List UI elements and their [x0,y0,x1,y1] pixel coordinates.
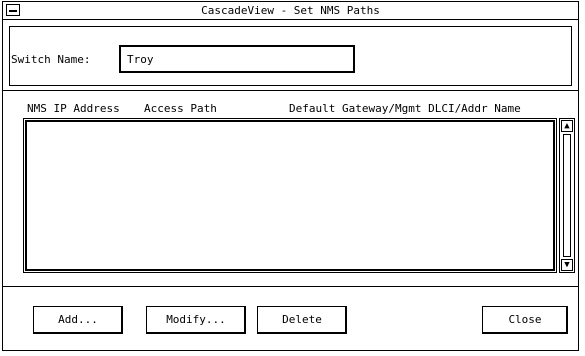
scroll-down-arrow-icon[interactable]: ▼ [561,259,573,271]
column-header-nms-ip-address: NMS IP Address [27,102,120,115]
column-header-access-path: Access Path [144,102,217,115]
nms-paths-list-body[interactable] [25,120,555,271]
list-scrollbar[interactable]: ▲ ▼ [559,118,575,273]
scroll-track[interactable] [563,134,571,257]
column-header-default-gateway: Default Gateway/Mgmt DLCI/Addr Name [289,102,521,115]
button-row-divider [3,286,578,287]
switch-name-input[interactable] [119,45,355,73]
nms-paths-list[interactable] [23,118,557,273]
scroll-up-arrow-icon[interactable]: ▲ [561,120,573,132]
switch-name-label: Switch Name: [11,53,91,66]
modify-button[interactable]: Modify... [146,306,246,334]
delete-button[interactable]: Delete [257,306,347,334]
title-bar: CascadeView - Set NMS Paths [3,2,578,20]
add-button[interactable]: Add... [33,306,123,334]
section-divider [3,90,578,91]
window-title: CascadeView - Set NMS Paths [201,4,380,17]
close-button[interactable]: Close [482,306,568,334]
